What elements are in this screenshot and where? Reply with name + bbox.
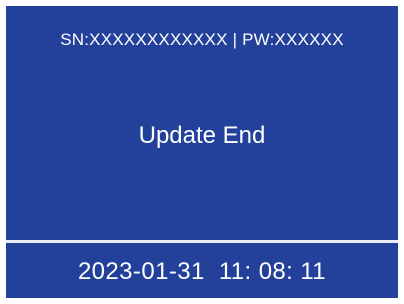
device-screen: SN:XXXXXXXXXXXX | PW:XXXXXX Update End 2… bbox=[0, 0, 404, 304]
serial-password-header: SN:XXXXXXXXXXXX | PW:XXXXXX bbox=[60, 30, 344, 49]
status-message: Update End bbox=[138, 122, 266, 149]
datetime-display: 2023-01-31 11: 08: 11 bbox=[77, 258, 327, 285]
footer-divider bbox=[6, 240, 398, 243]
display-panel: SN:XXXXXXXXXXXX | PW:XXXXXX Update End 2… bbox=[6, 6, 398, 298]
